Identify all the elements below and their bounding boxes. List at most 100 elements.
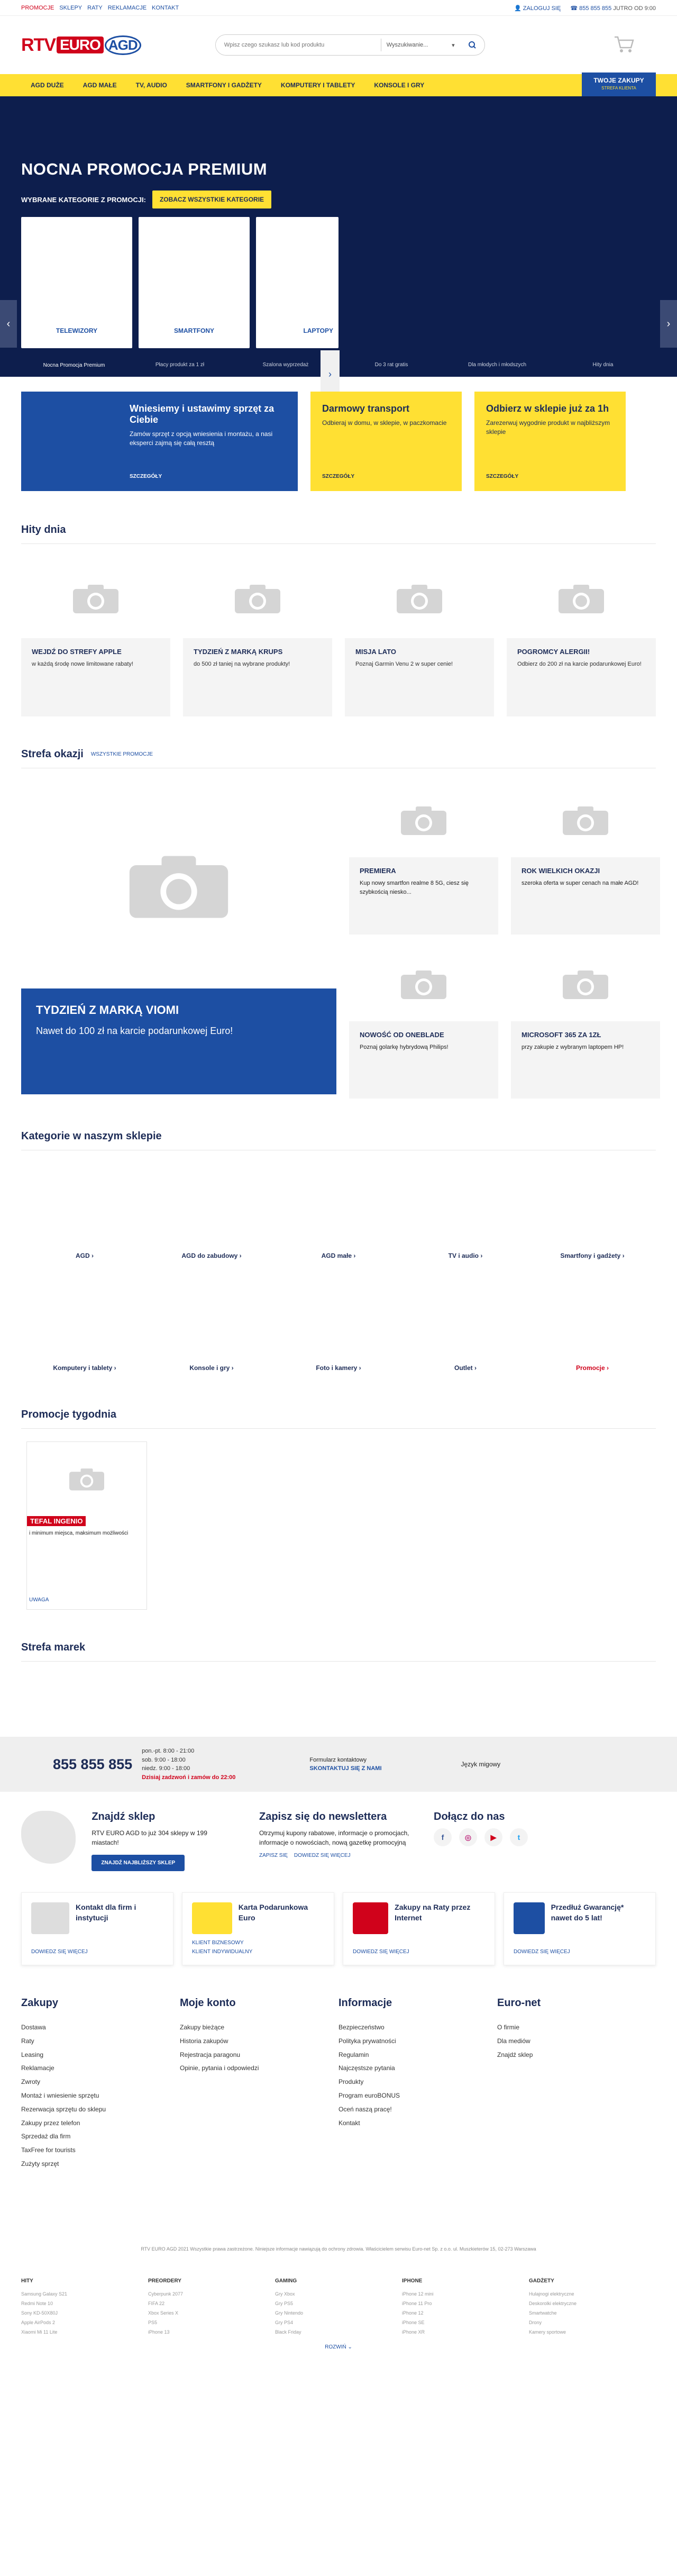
category-promotions[interactable]: Promocje › bbox=[529, 1268, 656, 1380]
seo-link[interactable]: Sony KD-50X80J bbox=[21, 2308, 148, 2318]
nav-item-consoles[interactable]: KONSOLE I GRY bbox=[364, 81, 434, 89]
category-agd[interactable]: AGD › bbox=[21, 1156, 148, 1268]
seo-link[interactable]: Hulajnogi elektryczne bbox=[529, 2289, 656, 2299]
seo-link[interactable]: Black Friday bbox=[275, 2327, 402, 2337]
hero-card-tv[interactable]: TELEWIZORY bbox=[21, 217, 132, 348]
find-shop-button[interactable]: ZNAJDŹ NAJBLIŻSZY SKLEP bbox=[92, 1855, 185, 1871]
see-all-categories-button[interactable]: ZOBACZ WSZYSTKIE KATEGORIE bbox=[152, 191, 272, 208]
hit-card[interactable]: MISJA LATO Poznaj Garmin Venu 2 w super c… bbox=[345, 559, 494, 716]
deal-card[interactable]: PREMIERA Kup nowy smartfon realme 8 5G, c… bbox=[349, 783, 498, 935]
top-link-shops[interactable]: SKLEPY bbox=[59, 5, 82, 11]
promo-more-link[interactable]: SZCZEGÓŁY bbox=[130, 474, 162, 479]
footer-link[interactable]: Kontakt bbox=[338, 2117, 497, 2130]
deal-featured[interactable]: TYDZIEŃ Z MARKĄ VIOMI Nawet do 100 zł na … bbox=[21, 783, 336, 1099]
footer-link[interactable]: Zakupy bieżące bbox=[180, 2021, 338, 2035]
instagram-icon[interactable]: ◎ bbox=[459, 1828, 477, 1846]
hero-card-laptops[interactable]: LAPTOPY bbox=[256, 217, 338, 348]
footer-link[interactable]: Produkty bbox=[338, 2075, 497, 2089]
footer-link[interactable]: Montaż i wniesienie sprzętu bbox=[21, 2089, 180, 2103]
hero-prev-arrow[interactable]: ‹ bbox=[0, 300, 17, 348]
weekly-more-link[interactable]: UWAGA bbox=[29, 1597, 49, 1603]
deal-card[interactable]: MICROSOFT 365 ZA 1ZŁ przy zakupie z wybra… bbox=[511, 947, 660, 1099]
search-category-select[interactable]: Wyszukiwanie... ▾ bbox=[380, 39, 460, 51]
seo-link[interactable]: Smartwatche bbox=[529, 2308, 656, 2318]
seo-link[interactable]: FIFA 22 bbox=[148, 2299, 275, 2308]
promo-tile-transport[interactable]: Darmowy transport Odbieraj w domu, w skl… bbox=[310, 392, 462, 491]
footer-link[interactable]: Zwroty bbox=[21, 2075, 180, 2089]
service-link[interactable]: DOWIEDZ SIĘ WIĘCEJ bbox=[353, 1947, 409, 1956]
nav-item-agd-large[interactable]: AGD DUŻE bbox=[21, 81, 74, 89]
footer-link[interactable]: Najczęstsze pytania bbox=[338, 2062, 497, 2075]
seo-link[interactable]: Xiaomi Mi 11 Lite bbox=[21, 2327, 148, 2337]
nav-item-agd-small[interactable]: AGD MAŁE bbox=[74, 81, 126, 89]
service-link[interactable]: KLIENT INDYWIDUALNY bbox=[192, 1947, 252, 1956]
category-smartphones[interactable]: Smartfony i gadżety › bbox=[529, 1156, 656, 1268]
hero-tab[interactable]: Nocna Promocja Premium bbox=[21, 344, 127, 377]
service-link[interactable]: DOWIEDZ SIĘ WIĘCEJ bbox=[31, 1947, 88, 1956]
service-box-business[interactable]: Kontakt dla firm i instytucji DOWIEDZ SI… bbox=[21, 1892, 173, 1965]
nav-item-smartphones[interactable]: SMARTFONY I GADŻETY bbox=[177, 81, 271, 89]
seo-link[interactable]: Gry Nintendo bbox=[275, 2308, 402, 2318]
newsletter-more-link[interactable]: DOWIEDZ SIĘ WIĘCEJ bbox=[294, 1853, 351, 1858]
footer-link[interactable]: Dostawa bbox=[21, 2021, 180, 2035]
hero-tab[interactable]: Do 3 rat gratis bbox=[338, 344, 444, 377]
footer-link[interactable]: TaxFree for tourists bbox=[21, 2144, 180, 2157]
contact-us-link[interactable]: SKONTAKTUJ SIĘ Z NAMI bbox=[309, 1765, 381, 1772]
category-agd-built-in[interactable]: AGD do zabudowy › bbox=[148, 1156, 275, 1268]
category-tv-audio[interactable]: TV i audio › bbox=[402, 1156, 529, 1268]
top-link-complaints[interactable]: REKLAMACJE bbox=[108, 5, 147, 11]
footer-link[interactable]: Historia zakupów bbox=[180, 2035, 338, 2048]
seo-link[interactable]: Gry PS4 bbox=[275, 2318, 402, 2327]
hit-card[interactable]: POGROMCY ALERGII! Odbierz do 200 zł na ka… bbox=[507, 559, 656, 716]
deal-card[interactable]: NOWOŚĆ OD ONEBLADE Poznaj golarkę hybrydo… bbox=[349, 947, 498, 1099]
seo-link[interactable]: iPhone XR bbox=[402, 2327, 529, 2337]
all-promotions-link[interactable]: WSZYSTKIE PROMOCJE bbox=[91, 751, 153, 757]
hit-card[interactable]: TYDZIEŃ Z MARKĄ KRUPS do 500 zł taniej na… bbox=[183, 559, 332, 716]
footer-link[interactable]: Dla mediów bbox=[497, 2035, 656, 2048]
service-link[interactable]: DOWIEDZ SIĘ WIĘCEJ bbox=[514, 1947, 570, 1956]
footer-link[interactable]: Opinie, pytania i odpowiedzi bbox=[180, 2062, 338, 2075]
seo-link[interactable]: Redmi Note 10 bbox=[21, 2299, 148, 2308]
promo-tile-installation[interactable]: Wniesiemy i ustawimy sprzęt za Ciebie Za… bbox=[21, 392, 298, 491]
seo-link[interactable]: Cyberpunk 2077 bbox=[148, 2289, 275, 2299]
category-photo[interactable]: Foto i kamery › bbox=[275, 1268, 402, 1380]
deal-card[interactable]: ROK WIELKICH OKAZJI szeroka oferta w supe… bbox=[511, 783, 660, 935]
sign-language-link[interactable]: Język migowy bbox=[461, 1761, 501, 1768]
promo-more-link[interactable]: SZCZEGÓŁY bbox=[486, 474, 518, 479]
facebook-icon[interactable]: f bbox=[434, 1828, 452, 1846]
footer-link[interactable]: Program euroBONUS bbox=[338, 2089, 497, 2103]
category-computers[interactable]: Komputery i tablety › bbox=[21, 1268, 148, 1380]
youtube-icon[interactable]: ▶ bbox=[484, 1828, 502, 1846]
seo-link[interactable]: iPhone 12 bbox=[402, 2308, 529, 2318]
seo-link[interactable]: Gry PS5 bbox=[275, 2299, 402, 2308]
seo-link[interactable]: Samsung Galaxy S21 bbox=[21, 2289, 148, 2299]
hit-card[interactable]: WEJDŹ DO STREFY APPLE w każdą środę nowe … bbox=[21, 559, 170, 716]
service-box-installments[interactable]: Zakupy na Raty przez Internet DOWIEDZ SI… bbox=[343, 1892, 495, 1965]
phone-topbar[interactable]: ☎ 855 855 855 JUTRO OD 9:00 bbox=[570, 5, 656, 12]
seo-link[interactable]: PS5 bbox=[148, 2318, 275, 2327]
nav-item-tv-audio[interactable]: TV, AUDIO bbox=[126, 81, 177, 89]
seo-link[interactable]: iPhone SE bbox=[402, 2318, 529, 2327]
nav-item-computers[interactable]: KOMPUTERY I TABLETY bbox=[271, 81, 364, 89]
footer-link[interactable]: Bezpieczeństwo bbox=[338, 2021, 497, 2035]
seo-link[interactable]: Gry Xbox bbox=[275, 2289, 402, 2299]
twitter-icon[interactable]: t bbox=[510, 1828, 528, 1846]
hero-tab[interactable]: Dla młodych i młodszych bbox=[444, 344, 550, 377]
weekly-promo-card[interactable]: TEFAL INGENIO i minimum miejsca, maksimu… bbox=[26, 1441, 147, 1610]
hero-tab[interactable]: Szalona wyprzedaż bbox=[233, 344, 338, 377]
footer-link[interactable]: Sprzedaż dla firm bbox=[21, 2130, 180, 2144]
seo-link[interactable]: iPhone 12 mini bbox=[402, 2289, 529, 2299]
footer-link[interactable]: Oceń naszą pracę! bbox=[338, 2103, 497, 2117]
seo-link[interactable]: Drony bbox=[529, 2318, 656, 2327]
seo-link[interactable]: Xbox Series X bbox=[148, 2308, 275, 2318]
hero-next-arrow[interactable]: › bbox=[660, 300, 677, 348]
category-agd-small[interactable]: AGD małe › bbox=[275, 1156, 402, 1268]
promo-more-link[interactable]: SZCZEGÓŁY bbox=[322, 474, 354, 479]
top-link-contact[interactable]: KONTAKT bbox=[152, 5, 179, 11]
footer-link[interactable]: Leasing bbox=[21, 2048, 180, 2062]
top-link-installments[interactable]: RATY bbox=[87, 5, 103, 11]
seo-link[interactable]: Apple AirPods 2 bbox=[21, 2318, 148, 2327]
search-button[interactable] bbox=[460, 35, 484, 55]
category-outlet[interactable]: Outlet › bbox=[402, 1268, 529, 1380]
footer-link[interactable]: Regulamin bbox=[338, 2048, 497, 2062]
